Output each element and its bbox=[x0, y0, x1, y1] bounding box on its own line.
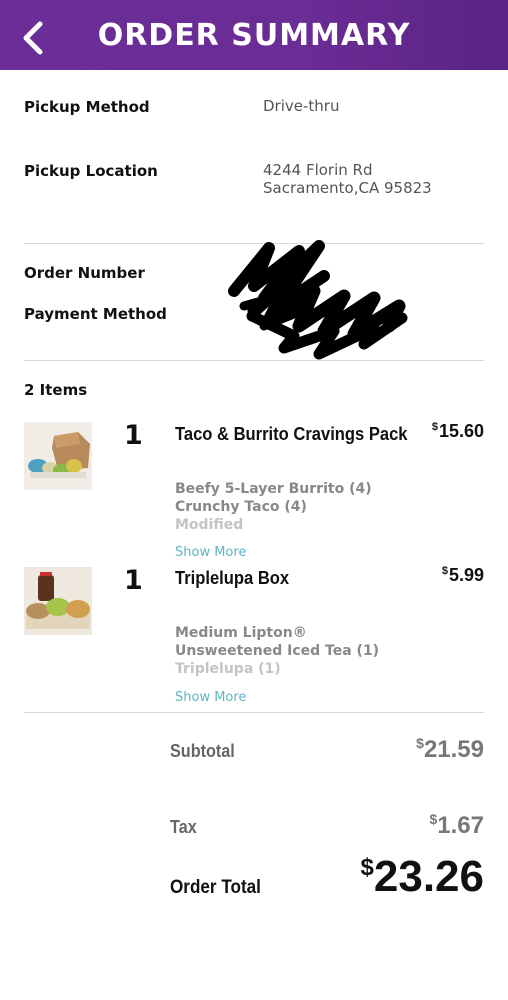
items-count: 2 Items bbox=[24, 381, 88, 399]
order-number-label: Order Number bbox=[24, 264, 145, 282]
currency-symbol: $ bbox=[360, 854, 374, 881]
pickup-method-value: Drive-thru bbox=[263, 97, 340, 115]
pickup-location-line2: Sacramento,CA 95823 bbox=[263, 179, 432, 197]
item-quantity: 1 bbox=[124, 420, 143, 451]
tax-value: $1.67 bbox=[429, 811, 484, 839]
subtotal-value: $21.59 bbox=[416, 735, 484, 763]
divider bbox=[24, 360, 484, 361]
pickup-method-label: Pickup Method bbox=[24, 98, 150, 116]
order-total-value: $23.26 bbox=[360, 852, 484, 901]
item-thumbnail bbox=[24, 422, 92, 490]
redaction-scribble bbox=[228, 240, 408, 360]
item-modifiers: Medium Lipton® Unsweetened Iced Tea (1) … bbox=[175, 624, 405, 678]
currency-symbol: $ bbox=[441, 565, 448, 577]
item-price: $5.99 bbox=[441, 565, 484, 585]
modifier-line: Beefy 5-Layer Burrito (4) bbox=[175, 481, 372, 497]
item-name[interactable]: Triplelupa Box bbox=[175, 568, 289, 589]
header-bar: ORDER SUMMARY bbox=[0, 0, 508, 70]
currency-symbol: $ bbox=[431, 421, 438, 433]
item-modifiers: Beefy 5-Layer Burrito (4) Crunchy Taco (… bbox=[175, 480, 405, 534]
pickup-location-line1: 4244 Florin Rd bbox=[263, 161, 373, 179]
item-quantity: 1 bbox=[124, 565, 143, 596]
page-title: ORDER SUMMARY bbox=[97, 18, 411, 53]
modifier-line: Modified bbox=[175, 517, 244, 533]
tax-label: Tax bbox=[170, 817, 197, 837]
pickup-location-label: Pickup Location bbox=[24, 162, 158, 180]
modifier-line: Triplelupa (1) bbox=[175, 661, 281, 677]
modifier-line: Medium Lipton® bbox=[175, 625, 307, 641]
modifier-line: Unsweetened Iced Tea (1) bbox=[175, 643, 380, 659]
divider bbox=[24, 712, 484, 713]
show-more-link[interactable]: Show More bbox=[175, 690, 246, 705]
order-total-label: Order Total bbox=[170, 877, 261, 898]
currency-symbol: $ bbox=[416, 735, 424, 751]
item-price: $15.60 bbox=[431, 421, 484, 441]
modifier-line: Crunchy Taco (4) bbox=[175, 499, 307, 515]
show-more-link[interactable]: Show More bbox=[175, 545, 246, 560]
subtotal-label: Subtotal bbox=[170, 741, 235, 761]
item-name[interactable]: Taco & Burrito Cravings Pack bbox=[175, 424, 408, 445]
payment-method-label: Payment Method bbox=[24, 305, 167, 323]
item-thumbnail bbox=[24, 567, 92, 635]
